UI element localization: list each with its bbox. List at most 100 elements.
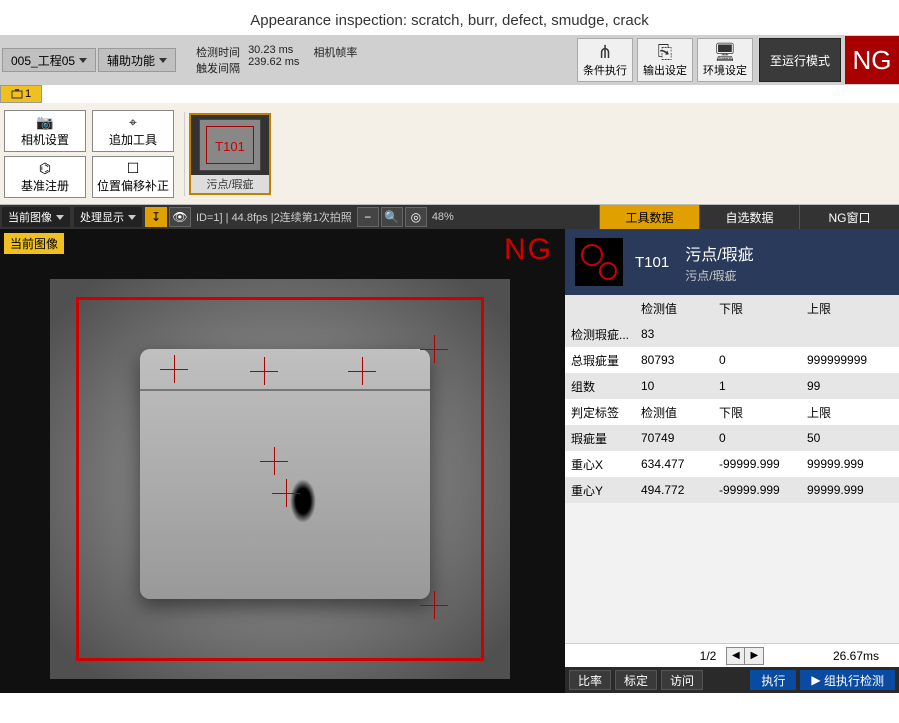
- current-image-label: 当前图像: [8, 209, 52, 225]
- env-settings-button[interactable]: 🖥环境设定: [697, 38, 753, 82]
- table-cell: 99999.999: [801, 457, 889, 471]
- trigger-interval-value: 239.62 ms: [248, 56, 299, 68]
- zoom-in-button[interactable]: 🔍: [381, 207, 403, 227]
- table-cell: 0: [713, 431, 801, 445]
- position-offset-label: 位置偏移补正: [97, 177, 169, 194]
- pager: 1/2 ◀ ▶ 26.67ms: [565, 643, 899, 667]
- add-tool-button[interactable]: ⌖追加工具: [92, 110, 174, 152]
- process-display-label: 处理显示: [80, 209, 124, 225]
- image-panel: 当前图像 NG: [0, 229, 565, 693]
- camera-view[interactable]: [50, 279, 510, 679]
- cross-marker-icon: [348, 357, 376, 385]
- toolbar: 📷相机设置 ⌬基准注册 ⌖追加工具 ☐位置偏移补正 T101 污点/瑕疵: [0, 103, 899, 205]
- table-cell: 1: [713, 379, 801, 393]
- tab-tool-data[interactable]: 工具数据: [599, 205, 699, 229]
- image-tag: 当前图像: [4, 233, 64, 254]
- chevron-down-icon: [79, 58, 87, 63]
- output-settings-label: 输出设定: [643, 62, 687, 78]
- project-dropdown[interactable]: 005_工程05: [2, 48, 96, 72]
- zoom-out-button[interactable]: −: [357, 207, 379, 227]
- detect-time-value: 30.23 ms: [248, 44, 299, 56]
- table-header: 检测值 下限 上限: [565, 295, 899, 321]
- table-cell: 50: [801, 431, 889, 445]
- project-dropdown-label: 005_工程05: [11, 52, 75, 69]
- crosshair-icon: ⌖: [129, 114, 137, 131]
- table-cell: 上限: [801, 404, 889, 421]
- camera-icon: 📷: [36, 114, 53, 131]
- table-row[interactable]: 总瑕疵量807930999999999: [565, 347, 899, 373]
- table-cell: 83: [635, 327, 713, 341]
- table-row[interactable]: 检测瑕疵...83: [565, 321, 899, 347]
- data-header-title: 污点/瑕疵: [685, 241, 753, 265]
- cross-marker-icon: [420, 335, 448, 363]
- chevron-down-icon: [56, 215, 64, 220]
- aux-dropdown[interactable]: 辅助功能: [98, 48, 176, 72]
- env-settings-label: 环境设定: [703, 62, 747, 78]
- ng-status-badge: NG: [845, 36, 899, 84]
- table-cell: 重心X: [565, 456, 635, 473]
- chevron-down-icon: [159, 58, 167, 63]
- data-header-subtitle: 污点/瑕疵: [685, 267, 753, 284]
- thumbnail-id: T101: [215, 139, 245, 154]
- tab-custom-data[interactable]: 自选数据: [699, 205, 799, 229]
- ratio-button[interactable]: 比率: [569, 670, 611, 690]
- top-bar: 005_工程05 辅助功能 检测时间 触发间隔 30.23 ms 239.62 …: [0, 35, 899, 85]
- base-register-label: 基准注册: [21, 177, 69, 194]
- thumb-tab-row: 1: [0, 85, 899, 103]
- cross-marker-icon: [420, 591, 448, 619]
- col-upper: 上限: [801, 300, 889, 317]
- execute-button[interactable]: 执行: [750, 670, 796, 690]
- output-settings-button[interactable]: ⎘输出设定: [637, 38, 693, 82]
- fit-button[interactable]: ◎: [405, 207, 427, 227]
- zoom-value: 48%: [428, 211, 458, 223]
- tab-ng-window[interactable]: NG窗口: [799, 205, 899, 229]
- aux-dropdown-label: 辅助功能: [107, 52, 155, 69]
- table-cell: 0: [713, 353, 801, 367]
- run-mode-button[interactable]: 至运行模式: [759, 38, 841, 82]
- page-next-button[interactable]: ▶: [745, 648, 763, 664]
- table-cell: 重心Y: [565, 482, 635, 499]
- table-row[interactable]: 重心Y494.772-99999.99999999.999: [565, 477, 899, 503]
- main-content: 当前图像 NG T101 污点/瑕疵 污点/瑕疵: [0, 229, 899, 693]
- condition-exec-button[interactable]: ⋔条件执行: [577, 38, 633, 82]
- table-row[interactable]: 组数10199: [565, 373, 899, 399]
- view-toggle-button[interactable]: 👁: [169, 207, 191, 227]
- export-icon: ⎘: [658, 42, 672, 62]
- chevron-down-icon: [128, 215, 136, 220]
- ng-overlay: NG: [504, 233, 553, 267]
- table-cell: 99999.999: [801, 483, 889, 497]
- play-icon: ▶: [811, 673, 820, 687]
- current-image-dropdown[interactable]: 当前图像: [2, 207, 70, 227]
- calibrate-button[interactable]: 标定: [615, 670, 657, 690]
- group-execute-button[interactable]: ▶ 组执行检测: [800, 670, 895, 690]
- table-cell: -99999.999: [713, 457, 801, 471]
- cross-marker-icon: [250, 357, 278, 385]
- import-button[interactable]: ↧: [145, 207, 167, 227]
- position-offset-button[interactable]: ☐位置偏移补正: [92, 156, 174, 198]
- table-row[interactable]: 瑕疵量70749050: [565, 425, 899, 451]
- page-prev-button[interactable]: ◀: [727, 648, 745, 664]
- trigger-interval-label: 触发间隔: [196, 60, 240, 76]
- data-table: 检测值 下限 上限 检测瑕疵...83总瑕疵量807930999999999组数…: [565, 295, 899, 643]
- table-cell: 999999999: [801, 353, 889, 367]
- data-header: T101 污点/瑕疵 污点/瑕疵: [565, 229, 899, 295]
- thumb-tab-1[interactable]: 1: [0, 85, 42, 103]
- table-cell: 10: [635, 379, 713, 393]
- table-row[interactable]: 判定标签检测值下限上限: [565, 399, 899, 425]
- add-tool-label: 追加工具: [109, 131, 157, 148]
- table-cell: 判定标签: [565, 404, 635, 421]
- tool-thumbnail[interactable]: T101 污点/瑕疵: [189, 113, 271, 195]
- cross-marker-icon: [272, 479, 300, 507]
- toolbar-separator: [184, 112, 185, 196]
- table-row[interactable]: 重心X634.477-99999.99999999.999: [565, 451, 899, 477]
- pager-time: 26.67ms: [833, 649, 879, 663]
- access-button[interactable]: 访问: [661, 670, 703, 690]
- data-panel: T101 污点/瑕疵 污点/瑕疵 检测值 下限 上限 检测瑕疵...83总瑕疵量…: [565, 229, 899, 693]
- table-cell: 494.772: [635, 483, 713, 497]
- bottom-bar: 比率 标定 访问 执行 ▶ 组执行检测: [565, 667, 899, 693]
- col-lower: 下限: [713, 300, 801, 317]
- camera-settings-label: 相机设置: [21, 131, 69, 148]
- base-register-button[interactable]: ⌬基准注册: [4, 156, 86, 198]
- process-display-dropdown[interactable]: 处理显示: [74, 207, 142, 227]
- camera-settings-button[interactable]: 📷相机设置: [4, 110, 86, 152]
